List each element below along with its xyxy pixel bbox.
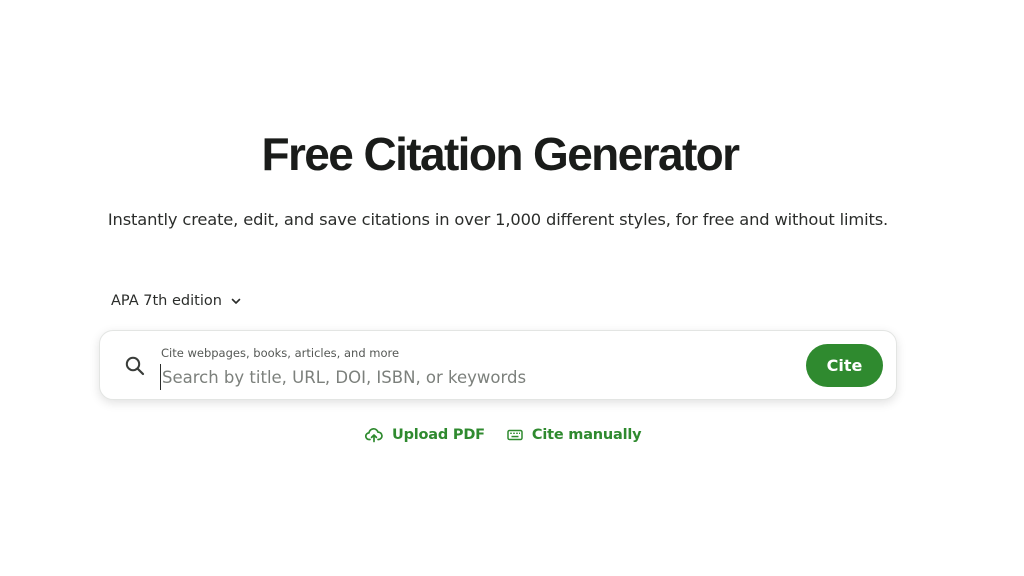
search-field-label: Cite webpages, books, articles, and more xyxy=(161,346,400,360)
cloud-upload-icon xyxy=(365,427,383,443)
search-icon xyxy=(124,355,146,377)
citation-style-dropdown[interactable]: APA 7th edition xyxy=(111,290,242,312)
upload-pdf-button[interactable]: Upload PDF xyxy=(365,424,485,446)
page-subtitle: Instantly create, edit, and save citatio… xyxy=(107,210,889,229)
citation-style-label: APA 7th edition xyxy=(111,293,222,309)
search-box: Cite webpages, books, articles, and more… xyxy=(99,330,897,400)
cite-manually-label: Cite manually xyxy=(531,427,642,443)
page-title: Free Citation Generator xyxy=(261,128,741,180)
secondary-actions: Upload PDF Cite manually xyxy=(365,424,642,446)
upload-pdf-label: Upload PDF xyxy=(392,427,485,443)
citation-generator-page: Free Citation Generator Instantly create… xyxy=(0,0,1024,576)
chevron-down-icon xyxy=(230,295,242,307)
search-input[interactable] xyxy=(160,364,762,390)
keyboard-icon xyxy=(507,429,523,441)
cite-button[interactable]: Cite xyxy=(806,344,883,387)
cite-manually-button[interactable]: Cite manually xyxy=(507,424,642,446)
